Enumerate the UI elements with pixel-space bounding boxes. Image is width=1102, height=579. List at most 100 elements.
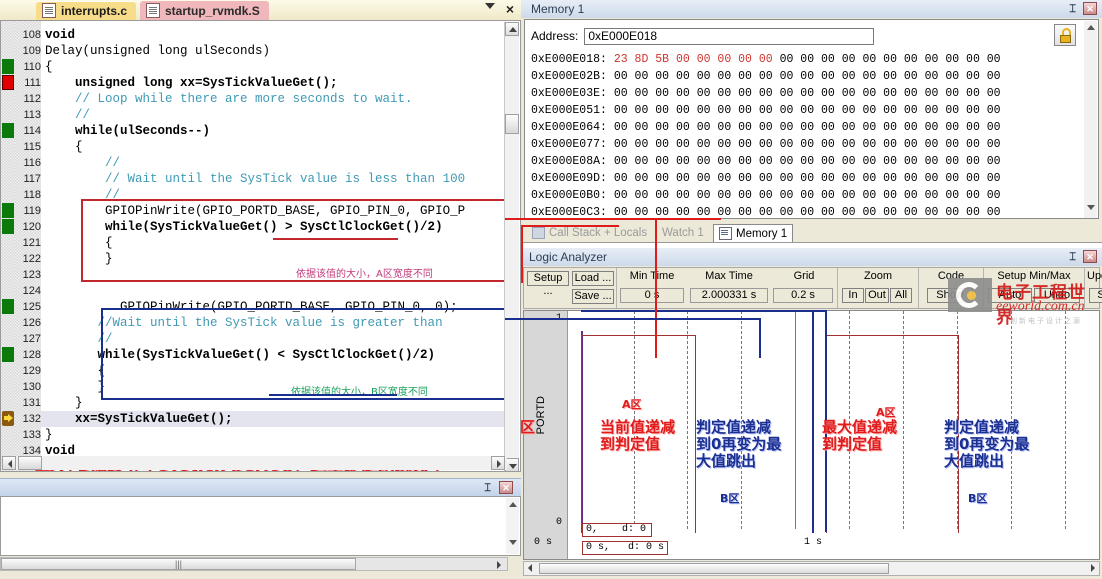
tab-startup-rvmdk-s[interactable]: startup_rvmdk.S <box>140 1 269 20</box>
line-number: 111 <box>24 77 41 89</box>
memory-cell: 00 <box>758 121 780 134</box>
tab-label: Memory 1 <box>736 227 788 240</box>
code-coverage-marker[interactable] <box>2 299 14 314</box>
scroll-right-button[interactable] <box>491 456 505 470</box>
pin-icon[interactable]: ⌶ <box>1069 251 1076 264</box>
scroll-left-button[interactable] <box>2 456 16 470</box>
line-number: 132 <box>22 413 41 425</box>
memory-row[interactable]: 0xE000E064: 00 00 00 00 00 00 00 00 00 0… <box>531 120 1007 135</box>
chevron-down-icon[interactable] <box>485 3 495 9</box>
memory-cell: 00 <box>696 189 718 202</box>
memory-cell: 00 <box>779 87 801 100</box>
memory-cell: 00 <box>945 138 967 151</box>
memory-cell: 00 <box>945 53 967 66</box>
bottom-pane-hscrollbar[interactable]: ||| <box>0 557 508 571</box>
memory-row[interactable]: 0xE000E08A: 00 00 00 00 00 00 00 00 00 0… <box>531 154 1007 169</box>
breakpoint-marker[interactable] <box>2 75 14 90</box>
scroll-left-icon[interactable] <box>528 564 532 572</box>
zoom-all-button[interactable]: All <box>890 288 912 303</box>
scroll-thumb[interactable] <box>505 114 519 134</box>
save-button[interactable]: Save ... <box>572 289 614 304</box>
pin-icon[interactable]: ⌶ <box>484 482 491 495</box>
code-line-text: } <box>45 396 83 410</box>
pin-icon[interactable]: ⌶ <box>1069 3 1076 16</box>
execution-pointer-icon[interactable] <box>2 411 14 426</box>
memory-row-address: 0xE000E018: <box>531 53 614 66</box>
code-coverage-marker[interactable] <box>2 123 14 138</box>
memory-cell: 00 <box>924 104 946 117</box>
max-time-field[interactable]: 2.000331 s <box>690 288 768 303</box>
connector-red-left-edge <box>521 225 523 283</box>
setup-button[interactable]: Setup ... <box>527 271 569 297</box>
memory-row[interactable]: 0xE000E077: 00 00 00 00 00 00 00 00 00 0… <box>531 137 1007 152</box>
scroll-thumb-horizontal[interactable] <box>539 563 889 574</box>
zoom-in-button[interactable]: In <box>842 288 864 303</box>
memory-cell: 00 <box>862 189 884 202</box>
tab-memory-1[interactable]: Memory 1 <box>713 224 794 242</box>
line-number: 133 <box>22 429 41 441</box>
memory-cell: 00 <box>675 121 697 134</box>
grid-field[interactable]: 0.2 s <box>773 288 833 303</box>
memory-row[interactable]: 0xE000E0B0: 00 00 00 00 00 00 00 00 00 0… <box>531 188 1007 203</box>
memory-cell: 00 <box>738 172 759 185</box>
line-number: 120 <box>22 221 41 233</box>
code-coverage-marker[interactable] <box>2 59 14 74</box>
line-number: 112 <box>23 93 41 105</box>
memory-row[interactable]: 0xE000E03E: 00 00 00 00 00 00 00 00 00 0… <box>531 86 1007 101</box>
scroll-right-icon[interactable] <box>1091 564 1095 572</box>
code-coverage-marker[interactable] <box>2 203 14 218</box>
scroll-thumb-horizontal[interactable] <box>18 456 42 470</box>
memory-cell: 00 <box>966 189 987 202</box>
line-number: 116 <box>23 157 41 169</box>
memory-cell-changed: 5B <box>655 53 676 66</box>
scroll-up-button[interactable] <box>505 22 519 36</box>
memory-row[interactable]: 0xE000E018: 23 8D 5B 00 00 00 00 00 00 0… <box>531 52 1007 67</box>
annotation-box-a <box>81 199 506 282</box>
close-icon[interactable]: × <box>506 2 514 16</box>
bottom-pane-scrollbar[interactable] <box>506 498 519 554</box>
address-input[interactable] <box>584 27 875 45</box>
tab-interrupts-c[interactable]: interrupts.c <box>36 1 137 20</box>
memory-cell-changed: 00 <box>696 53 718 66</box>
memory-row[interactable]: 0xE000E02B: 00 00 00 00 00 00 00 00 00 0… <box>531 69 1007 84</box>
line-number: 123 <box>22 269 41 281</box>
load-button[interactable]: Load ... <box>572 271 614 286</box>
red-overlay-mark: 区 <box>520 418 536 436</box>
tab-watch-1[interactable]: Watch 1 <box>657 224 709 241</box>
code-area[interactable]: 108 void 109 Delay(unsigned long ulSeconds)… <box>0 20 521 472</box>
zone-label-b2: B区 <box>968 492 988 505</box>
memory-row[interactable]: 0xE000E09D: 00 00 00 00 00 00 00 00 00 0… <box>531 171 1007 186</box>
memory-cell: 00 <box>738 104 759 117</box>
memory-row[interactable]: 0xE000E051: 00 00 00 00 00 00 00 00 00 0… <box>531 103 1007 118</box>
close-icon[interactable]: ✕ <box>1083 250 1097 263</box>
bottom-pane-body[interactable] <box>0 496 521 556</box>
unlock-icon[interactable] <box>1054 24 1076 46</box>
blue-cursor[interactable] <box>812 311 814 533</box>
editor-horizontal-scrollbar[interactable] <box>2 456 507 470</box>
zoom-out-button[interactable]: Out <box>865 288 889 303</box>
min-time-field[interactable]: 0 s <box>620 288 684 303</box>
tab-label: interrupts.c <box>61 3 128 18</box>
memory-cell: 00 <box>634 70 656 83</box>
memory-cell: 00 <box>883 104 904 117</box>
memory-cell: 00 <box>800 70 822 83</box>
memory-cell: 00 <box>862 104 884 117</box>
connector-blue-vertical <box>759 318 761 358</box>
memory-cell: 00 <box>986 104 1008 117</box>
memory-scrollbar[interactable] <box>1084 21 1097 218</box>
logic-analyzer-hscrollbar[interactable] <box>523 561 1100 576</box>
editor-vertical-scrollbar[interactable] <box>504 22 519 471</box>
max-time-label: Max Time <box>705 270 753 282</box>
code-line-text: while(ulSeconds--) <box>45 124 211 138</box>
memory-cell: 00 <box>821 206 842 219</box>
code-coverage-marker[interactable] <box>2 219 14 234</box>
editor-tab-bar: interrupts.c startup_rvmdk.S × <box>0 0 521 21</box>
memory-cell: 00 <box>883 172 904 185</box>
close-icon[interactable]: ✕ <box>1083 2 1097 15</box>
scroll-down-button[interactable] <box>505 458 519 471</box>
logic-analyzer-plot[interactable]: PORTD 区 1 0 0 s 1 s A区 当前值递减 到判定值 B区 判定值… <box>520 297 1100 560</box>
close-icon[interactable]: ✕ <box>499 481 513 494</box>
logic-analyzer-title-bar: Logic Analyzer ⌶ ✕ <box>521 248 1102 266</box>
memory-cell: 00 <box>903 172 925 185</box>
code-coverage-marker[interactable] <box>2 347 14 362</box>
